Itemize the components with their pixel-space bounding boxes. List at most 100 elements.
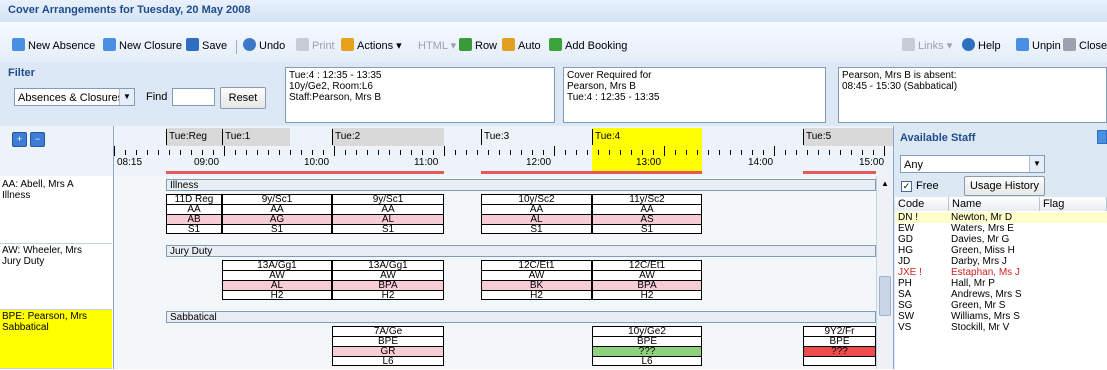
- find-input[interactable]: [172, 88, 215, 106]
- panel-pin-icon[interactable]: [1097, 130, 1107, 144]
- free-checkbox[interactable]: ✓: [901, 181, 912, 192]
- save-button[interactable]: Save: [186, 38, 227, 54]
- ruler-tick: [664, 146, 665, 156]
- filter-type-select[interactable]: Absences & Closures ▼: [14, 88, 135, 106]
- lesson-block[interactable]: 11y/Sc2 AA AS S1: [592, 194, 702, 235]
- ruler-tick: [510, 150, 511, 155]
- lesson-block[interactable]: 13A/Gg1 AW AL H2: [222, 260, 332, 301]
- ruler-tick: [213, 150, 214, 155]
- ruler-tick: [224, 146, 225, 156]
- lesson-block-selected[interactable]: 10y/Ge2 BPE??? L6: [592, 326, 702, 367]
- grid-scrollbar[interactable]: ▲: [876, 176, 894, 369]
- lesson-block[interactable]: 9y/Sc1 AA AG S1: [222, 194, 332, 235]
- staff-list-row[interactable]: GD Davies, Mr G: [895, 234, 1107, 245]
- time-label: 11:00: [414, 157, 439, 168]
- ruler-tick: [202, 150, 203, 155]
- ruler-tick: [246, 150, 247, 155]
- period-label: Tue:1: [222, 129, 332, 145]
- absence-band-jury-duty: Jury Duty: [166, 245, 876, 257]
- staff-row-aw[interactable]: AW: Wheeler, Mrs Jury Duty: [0, 244, 112, 310]
- row-button[interactable]: Row: [459, 38, 497, 54]
- ruler-tick: [411, 150, 412, 155]
- close-button[interactable]: Close: [1063, 38, 1107, 54]
- ruler-tick: [785, 150, 786, 155]
- period-label: Tue:2: [332, 129, 444, 145]
- column-header-name[interactable]: Name: [949, 197, 1040, 211]
- ruler-tick: [840, 150, 841, 155]
- filter-title: Filter: [8, 67, 35, 79]
- ruler-tick: [290, 150, 291, 155]
- reset-button[interactable]: Reset: [220, 87, 266, 109]
- ruler-tick: [719, 150, 720, 155]
- scroll-up-icon[interactable]: ▲: [881, 179, 889, 188]
- ruler-tick: [466, 150, 467, 155]
- staff-list-row[interactable]: SA Andrews, Mrs S: [895, 289, 1107, 300]
- window-title: Cover Arrangements for Tuesday, 20 May 2…: [8, 4, 251, 16]
- column-header-flag[interactable]: Flag: [1040, 197, 1107, 211]
- lesson-block[interactable]: 7A/Ge BPE GR L6: [332, 326, 444, 367]
- ruler-tick: [158, 150, 159, 155]
- lesson-block[interactable]: 10y/Sc2 AA AL S1: [481, 194, 592, 235]
- ruler-tick: [367, 150, 368, 155]
- staff-list-row[interactable]: PH Hall, Mr P: [895, 278, 1107, 289]
- zoom-out-icon[interactable]: −: [30, 132, 45, 147]
- new-closure-button[interactable]: New Closure: [103, 38, 182, 54]
- lesson-block[interactable]: 12C/Et1 AW BK H2: [481, 260, 592, 301]
- lesson-block[interactable]: 9y/Sc1 AA AL S1: [332, 194, 444, 235]
- absence-info-box: Pearson, Mrs B is absent: 08:45 - 15:30 …: [838, 67, 1107, 123]
- ruler-tick: [697, 150, 698, 155]
- column-header-code[interactable]: Code: [895, 197, 949, 211]
- ruler-tick: [851, 150, 852, 155]
- staff-list-row[interactable]: SW Williams, Mrs S: [895, 311, 1107, 322]
- staff-list-row[interactable]: HG Green, Miss H: [895, 245, 1107, 256]
- staff-list-row[interactable]: VS Stockill, Mr V: [895, 322, 1107, 333]
- html-menu[interactable]: HTML ▾: [418, 38, 456, 54]
- staff-list-row[interactable]: SG Green, Mr S: [895, 300, 1107, 311]
- links-menu[interactable]: Links ▾: [902, 38, 952, 54]
- ruler-tick: [521, 150, 522, 155]
- time-label: 15:00: [859, 157, 885, 168]
- print-button[interactable]: Print: [296, 38, 335, 54]
- period-label: Tue:Reg: [166, 129, 222, 145]
- time-label: 14:00: [748, 157, 774, 168]
- ruler-tick: [257, 150, 258, 155]
- add-booking-button[interactable]: Add Booking: [549, 38, 627, 54]
- help-button[interactable]: Help: [962, 38, 1001, 54]
- staff-list-row[interactable]: JXE ! Estaphan, Ms J: [895, 267, 1107, 278]
- lesson-block[interactable]: 13A/Gg1 AW BPA H2: [332, 260, 444, 301]
- staff-list-row[interactable]: DN ! Newton, Mr D: [895, 212, 1107, 223]
- auto-button[interactable]: Auto: [502, 38, 541, 54]
- ruler-tick: [125, 150, 126, 155]
- lesson-block[interactable]: 12C/Et1 AW BPA H2: [592, 260, 702, 301]
- available-staff-filter-select[interactable]: Any ▼: [900, 155, 1045, 173]
- ruler-tick: [642, 150, 643, 155]
- document-icon: [12, 38, 25, 51]
- ruler-tick: [169, 150, 170, 155]
- lesson-block[interactable]: 11D Reg AA AB S1: [166, 194, 222, 235]
- scroll-thumb[interactable]: [879, 276, 891, 316]
- absence-band-sabbatical: Sabbatical: [166, 311, 876, 323]
- chevron-down-icon: ▾: [946, 40, 953, 52]
- ruler-tick: [279, 150, 280, 155]
- usage-history-button[interactable]: Usage History: [964, 176, 1045, 196]
- chevron-down-icon: ▼: [1029, 156, 1044, 172]
- staff-list-row[interactable]: JD Darby, Mrs J: [895, 256, 1107, 267]
- ruler-tick: [774, 146, 775, 156]
- new-absence-button[interactable]: New Absence: [12, 38, 95, 54]
- unpin-button[interactable]: Unpin: [1016, 38, 1061, 54]
- undo-icon: [243, 38, 256, 51]
- ruler-tick: [268, 150, 269, 155]
- save-icon: [186, 38, 199, 51]
- ruler-tick: [796, 150, 797, 155]
- actions-menu[interactable]: Actions ▾: [341, 38, 402, 54]
- ruler-tick: [389, 150, 390, 155]
- staff-row-bpe[interactable]: BPE: Pearson, Mrs Sabbatical: [0, 310, 112, 369]
- staff-list-row[interactable]: EW Waters, Mrs E: [895, 223, 1107, 234]
- staff-row-aa[interactable]: AA: Abell, Mrs A Illness: [0, 178, 112, 244]
- ruler-tick: [587, 150, 588, 155]
- find-label: Find: [146, 91, 168, 103]
- ruler-tick: [807, 150, 808, 155]
- lesson-block[interactable]: 9Y2/Fr BPE???: [803, 326, 876, 366]
- undo-button[interactable]: Undo: [243, 38, 285, 54]
- zoom-in-icon[interactable]: +: [12, 132, 27, 147]
